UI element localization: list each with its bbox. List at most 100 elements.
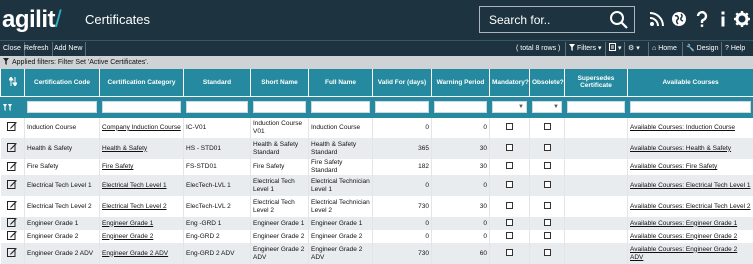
filter-code-input[interactable] — [27, 101, 97, 113]
design-button[interactable]: 🔧 Design — [682, 42, 721, 56]
obsolete-checkbox[interactable] — [544, 144, 551, 151]
column-header[interactable]: Obsolete? — [530, 69, 565, 96]
mandatory-checkbox[interactable] — [506, 249, 513, 256]
filter-mandatory-select[interactable]: ▼ — [492, 101, 527, 113]
applied-filters-text: Applied filters: Filter Set 'Active Cert… — [12, 59, 149, 66]
document-export-icon — [609, 43, 616, 51]
export-button[interactable]: ▾ — [605, 42, 624, 56]
edit-icon[interactable] — [7, 179, 17, 189]
cell-available-courses-link[interactable]: Available Courses: Engineer Grade 2 — [628, 230, 753, 243]
column-header[interactable]: Mandatory? — [490, 69, 530, 96]
edit-icon[interactable] — [7, 161, 17, 171]
config-button[interactable]: ⚙ ▾ — [624, 42, 643, 56]
obsolete-checkbox[interactable] — [544, 249, 551, 256]
cell-available-courses-link[interactable]: Available Courses: Engineer Grade 1 — [628, 217, 753, 230]
rss-icon[interactable] — [648, 10, 666, 28]
cell-valid-for: 0 — [373, 117, 432, 138]
cell-short-name: Induction Course V01 — [251, 117, 309, 138]
edit-icon[interactable] — [7, 200, 17, 210]
search-input[interactable]: Search for.. — [479, 6, 635, 33]
obsolete-checkbox[interactable] — [544, 232, 551, 239]
search-icon[interactable] — [609, 10, 629, 30]
add-new-button[interactable]: Add New — [51, 42, 86, 56]
edit-icon[interactable] — [7, 121, 17, 131]
table-row[interactable]: Electrical Tech Level 2Electrical Tech L… — [1, 196, 753, 217]
cell-full-name: Electrical Technician Level 2 — [309, 196, 373, 217]
column-header[interactable]: Standard — [184, 69, 251, 96]
refresh-button[interactable]: Refresh — [21, 42, 53, 56]
cell-valid-for: 0 — [373, 230, 432, 243]
mandatory-checkbox[interactable] — [506, 202, 513, 209]
filter-full-name-input[interactable] — [311, 101, 370, 113]
wrench-icon: 🔧 — [686, 45, 695, 52]
filter-short-name-input[interactable] — [253, 101, 306, 113]
obsolete-checkbox[interactable] — [544, 181, 551, 188]
cell-certification-code: Electrical Tech Level 1 — [25, 175, 100, 196]
column-header[interactable]: Valid For (days) — [373, 69, 432, 96]
help-question-icon[interactable] — [693, 10, 711, 28]
mandatory-checkbox[interactable] — [506, 181, 513, 188]
cell-standard: ElecTech-LVL 2 — [184, 196, 251, 217]
obsolete-checkbox[interactable] — [544, 123, 551, 130]
cell-certification-code: Fire Safety — [25, 159, 100, 175]
cell-certification-category-link[interactable]: Engineer Grade 2 — [100, 230, 184, 243]
obsolete-checkbox[interactable] — [544, 219, 551, 226]
home-button[interactable]: ⌂ Home — [648, 42, 680, 56]
cell-certification-category-link[interactable]: Engineer Grade 1 — [100, 217, 184, 230]
column-header[interactable]: Certification Category — [100, 69, 184, 96]
column-header[interactable]: Certification Code — [25, 69, 100, 96]
cell-certification-category-link[interactable]: Electrical Tech Level 2 — [100, 196, 184, 217]
filter-funnel-icon[interactable] — [3, 104, 13, 111]
edit-icon[interactable] — [7, 230, 17, 240]
settings-gear-icon[interactable] — [733, 10, 751, 28]
cell-short-name: Electrical Tech Level 1 — [251, 175, 309, 196]
edit-icon[interactable] — [7, 217, 17, 227]
filter-courses-input[interactable] — [630, 101, 751, 113]
filter-supersedes-input[interactable] — [567, 101, 625, 113]
cell-short-name: Fire Safety — [251, 159, 309, 175]
design-label: Design — [697, 45, 719, 52]
filter-obsolete-select[interactable]: ▼ — [532, 101, 562, 113]
column-header[interactable]: Full Name — [309, 69, 373, 96]
cell-certification-category-link[interactable]: Fire Safety — [100, 159, 184, 175]
obsolete-checkbox[interactable] — [544, 202, 551, 209]
mandatory-checkbox[interactable] — [506, 144, 513, 151]
filters-button[interactable]: Filters ▾ — [565, 42, 604, 56]
edit-icon[interactable] — [7, 142, 17, 152]
filter-category-input[interactable] — [102, 101, 181, 113]
filter-warning-period-input[interactable] — [434, 101, 487, 113]
sort-arrows-icon[interactable] — [9, 77, 17, 86]
sort-column-header[interactable] — [1, 69, 25, 96]
column-header[interactable]: Warning Period — [432, 69, 490, 96]
cell-available-courses-link[interactable]: Available Courses: Fire Safety — [628, 159, 753, 175]
obsolete-checkbox[interactable] — [544, 162, 551, 169]
cell-available-courses-link[interactable]: Available Courses: Electrical Tech Level… — [628, 196, 753, 217]
agilit-logo[interactable]: agilit/ — [2, 6, 61, 34]
cell-supersedes — [565, 159, 628, 175]
column-header[interactable]: Available Courses — [628, 69, 753, 96]
table-row[interactable]: Induction CourseCompany Induction Course… — [1, 117, 753, 138]
mandatory-checkbox[interactable] — [506, 123, 513, 130]
column-header[interactable]: Supersedes Certificate — [565, 69, 628, 96]
mandatory-checkbox[interactable] — [506, 219, 513, 226]
table-row[interactable]: Fire SafetyFire SafetyFS-STD01Fire Safet… — [1, 159, 753, 175]
cell-certification-category-link[interactable]: Electrical Tech Level 1 — [100, 175, 184, 196]
info-icon[interactable] — [714, 10, 732, 28]
globe-icon[interactable] — [670, 10, 688, 28]
table-row[interactable]: Health & SafetyHealth & SafetyHS - STD01… — [1, 138, 753, 159]
mandatory-checkbox[interactable] — [506, 232, 513, 239]
table-row[interactable]: Electrical Tech Level 1Electrical Tech L… — [1, 175, 753, 196]
cell-available-courses-link[interactable]: Available Courses: Health & Safety — [628, 138, 753, 159]
cell-available-courses-link[interactable]: Available Courses: Induction Course — [628, 117, 753, 138]
column-header[interactable]: Short Name — [251, 69, 309, 96]
mandatory-checkbox[interactable] — [506, 162, 513, 169]
help-button[interactable]: ? Help — [721, 42, 748, 56]
cell-certification-category-link[interactable]: Company Induction Course — [100, 117, 184, 138]
cell-certification-category-link[interactable]: Health & Safety — [100, 138, 184, 159]
table-row[interactable]: Engineer Grade 1Engineer Grade 1Eng -GRD… — [1, 217, 753, 230]
filter-valid-for-input[interactable] — [375, 101, 429, 113]
cell-available-courses-link[interactable]: Available Courses: Electrical Tech Level… — [628, 175, 753, 196]
edit-icon[interactable] — [7, 247, 17, 257]
filter-standard-input[interactable] — [186, 101, 248, 113]
table-row[interactable]: Engineer Grade 2Engineer Grade 2Eng-GRD … — [1, 230, 753, 243]
